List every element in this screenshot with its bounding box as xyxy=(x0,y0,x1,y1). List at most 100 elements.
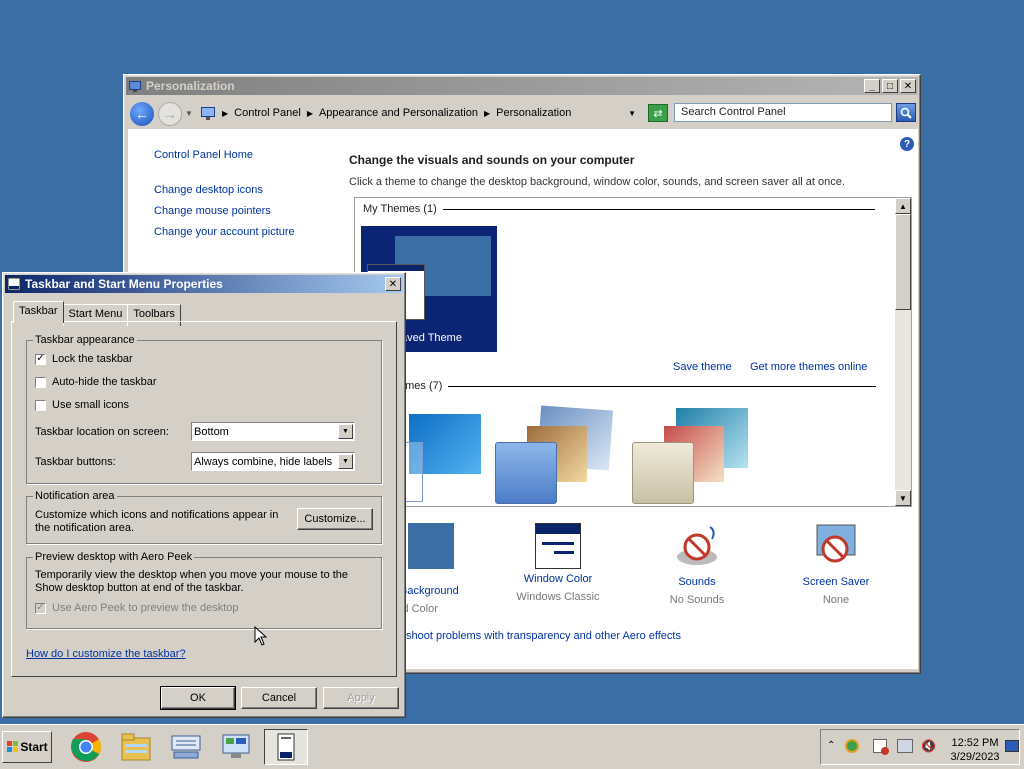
get-more-themes-link[interactable]: Get more themes online xyxy=(750,361,867,373)
back-button[interactable]: ← xyxy=(130,102,154,126)
page-description: Click a theme to change the desktop back… xyxy=(349,176,845,188)
desktop-background-icon xyxy=(408,523,454,569)
customize-button[interactable]: Customize... xyxy=(297,508,373,530)
control-panel-home-link[interactable]: Control Panel Home xyxy=(154,149,253,161)
explorer-taskbar-button[interactable] xyxy=(114,729,158,765)
breadcrumb-appearance[interactable]: Appearance and Personalization xyxy=(319,107,478,119)
address-bar[interactable]: ▶ Control Panel ▶ Appearance and Persona… xyxy=(200,103,640,123)
change-account-picture-link[interactable]: Change your account picture xyxy=(154,226,295,238)
taskbar-properties-taskbar-button[interactable] xyxy=(264,729,308,765)
chrome-icon xyxy=(71,732,102,762)
taskbar-appearance-group: Taskbar appearance ✓ Lock the taskbar Au… xyxy=(26,334,382,484)
clock-time: 12:52 PM xyxy=(951,737,999,749)
forward-button[interactable]: → xyxy=(158,102,182,126)
scroll-up-icon[interactable]: ▲ xyxy=(895,198,911,214)
keyboard-taskbar-button[interactable] xyxy=(164,729,208,765)
taskbar: Start ⌃ 🔇 12:52 PM 3/29/2023 xyxy=(0,724,1024,769)
dialog-title: Taskbar and Start Menu Properties xyxy=(25,277,223,291)
system-tray: ⌃ 🔇 12:52 PM 3/29/2023 xyxy=(820,729,1020,765)
taskbar-appearance-title: Taskbar appearance xyxy=(33,334,137,346)
screen-saver-item[interactable]: Screen Saver None xyxy=(776,523,896,606)
mouse-cursor-icon xyxy=(254,626,268,646)
breadcrumb-personalization[interactable]: Personalization xyxy=(496,107,571,119)
control-panel-taskbar-button[interactable] xyxy=(214,729,258,765)
show-hidden-icons-icon[interactable]: ⌃ xyxy=(827,740,835,751)
help-customize-link[interactable]: How do I customize the taskbar? xyxy=(26,648,186,660)
sounds-disabled-icon xyxy=(677,526,717,565)
control-panel-icon xyxy=(201,107,215,120)
architecture-theme[interactable] xyxy=(493,405,623,504)
show-desktop-icon[interactable] xyxy=(1005,740,1019,752)
autohide-label: Auto-hide the taskbar xyxy=(52,376,157,388)
buttons-label: Taskbar buttons: xyxy=(35,456,116,468)
dropdown-arrow-icon[interactable]: ▼ xyxy=(338,424,353,439)
breadcrumb-separator-icon[interactable]: ▶ xyxy=(484,109,490,118)
sounds-label: Sounds xyxy=(678,576,716,588)
minimize-button[interactable]: _ xyxy=(864,79,880,93)
taskbar-location-select[interactable]: Bottom ▼ xyxy=(191,422,355,441)
address-dropdown-icon[interactable]: ▼ xyxy=(628,109,636,118)
checkmark-icon: ✓ xyxy=(35,602,46,614)
dropdown-arrow-icon[interactable]: ▼ xyxy=(338,454,353,469)
aero-peek-label: Use Aero Peek to preview the desktop xyxy=(52,602,239,614)
theme-list-scrollbar[interactable]: ▲ ▼ xyxy=(895,198,911,506)
start-label: Start xyxy=(20,740,48,754)
small-icons-checkbox[interactable]: Use small icons xyxy=(35,399,129,411)
ok-button[interactable]: OK xyxy=(160,686,236,710)
taskbar-buttons-value: Always combine, hide labels xyxy=(194,455,333,468)
desktop-background-label: o Background xyxy=(400,573,459,597)
taskbar-properties-dialog: Taskbar and Start Menu Properties ✕ Task… xyxy=(2,272,406,718)
cancel-button[interactable]: Cancel xyxy=(241,687,317,709)
apply-button[interactable]: Apply xyxy=(323,687,399,709)
recent-pages-chevron-icon[interactable]: ▼ xyxy=(185,109,193,118)
checkbox-box xyxy=(35,399,46,411)
start-button[interactable]: Start xyxy=(2,731,52,763)
breadcrumb-control-panel[interactable]: Control Panel xyxy=(234,107,301,119)
action-center-flag-icon[interactable] xyxy=(873,739,889,755)
windows-logo-icon xyxy=(7,741,19,752)
nature-theme[interactable] xyxy=(630,408,760,504)
maximize-button[interactable]: □ xyxy=(882,79,898,93)
help-icon[interactable]: ? xyxy=(900,137,914,151)
volume-muted-icon[interactable]: 🔇 xyxy=(921,739,936,753)
window-title: Personalization xyxy=(146,79,235,93)
taskbar-properties-icon xyxy=(7,277,21,291)
search-input[interactable]: Search Control Panel xyxy=(674,103,892,122)
windows-7-theme[interactable] xyxy=(395,414,481,502)
aero-peek-group: Preview desktop with Aero Peek Temporari… xyxy=(26,551,382,629)
security-shield-icon[interactable] xyxy=(845,739,859,753)
aero-peek-checkbox[interactable]: ✓ Use Aero Peek to preview the desktop xyxy=(35,602,239,614)
lock-taskbar-checkbox[interactable]: ✓ Lock the taskbar xyxy=(35,353,133,365)
troubleshoot-link[interactable]: shoot problems with transparency and oth… xyxy=(406,630,681,642)
save-theme-link[interactable]: Save theme xyxy=(673,361,732,373)
dialog-titlebar[interactable]: Taskbar and Start Menu Properties ✕ xyxy=(5,275,403,293)
aero-peek-description: Temporarily view the desktop when you mo… xyxy=(35,569,349,594)
change-desktop-icons-link[interactable]: Change desktop icons xyxy=(154,184,263,196)
notification-area-group: Notification area Customize which icons … xyxy=(26,490,382,544)
page-heading: Change the visuals and sounds on your co… xyxy=(349,153,635,167)
refresh-icon[interactable]: ⇄ xyxy=(648,104,668,122)
scroll-down-icon[interactable]: ▼ xyxy=(895,490,911,506)
personalization-app-icon xyxy=(129,81,141,92)
dialog-close-button[interactable]: ✕ xyxy=(385,277,401,291)
network-icon[interactable] xyxy=(897,739,913,753)
chrome-taskbar-button[interactable] xyxy=(64,729,108,765)
search-button[interactable] xyxy=(896,103,916,122)
notification-description: Customize which icons and notifications … xyxy=(35,509,279,534)
personalization-titlebar[interactable]: Personalization _ □ ✕ xyxy=(126,77,918,95)
breadcrumb-separator-icon[interactable]: ▶ xyxy=(307,109,313,118)
taskbar-properties-icon xyxy=(277,733,295,761)
control-panel-icon xyxy=(222,734,250,758)
close-button[interactable]: ✕ xyxy=(900,79,916,93)
sounds-value: No Sounds xyxy=(669,594,725,606)
sounds-item[interactable]: Sounds No Sounds xyxy=(637,523,757,606)
taskbar-buttons-select[interactable]: Always combine, hide labels ▼ xyxy=(191,452,355,471)
screen-saver-value: None xyxy=(822,594,850,606)
tab-taskbar[interactable]: Taskbar xyxy=(13,301,64,323)
window-color-item[interactable]: Window Color Windows Classic xyxy=(498,523,618,603)
change-mouse-pointers-link[interactable]: Change mouse pointers xyxy=(154,205,271,217)
autohide-checkbox[interactable]: Auto-hide the taskbar xyxy=(35,376,157,388)
scroll-thumb[interactable] xyxy=(895,214,911,310)
clock[interactable]: 12:52 PM 3/29/2023 xyxy=(949,736,1001,764)
window-color-label: Window Color xyxy=(523,573,593,585)
